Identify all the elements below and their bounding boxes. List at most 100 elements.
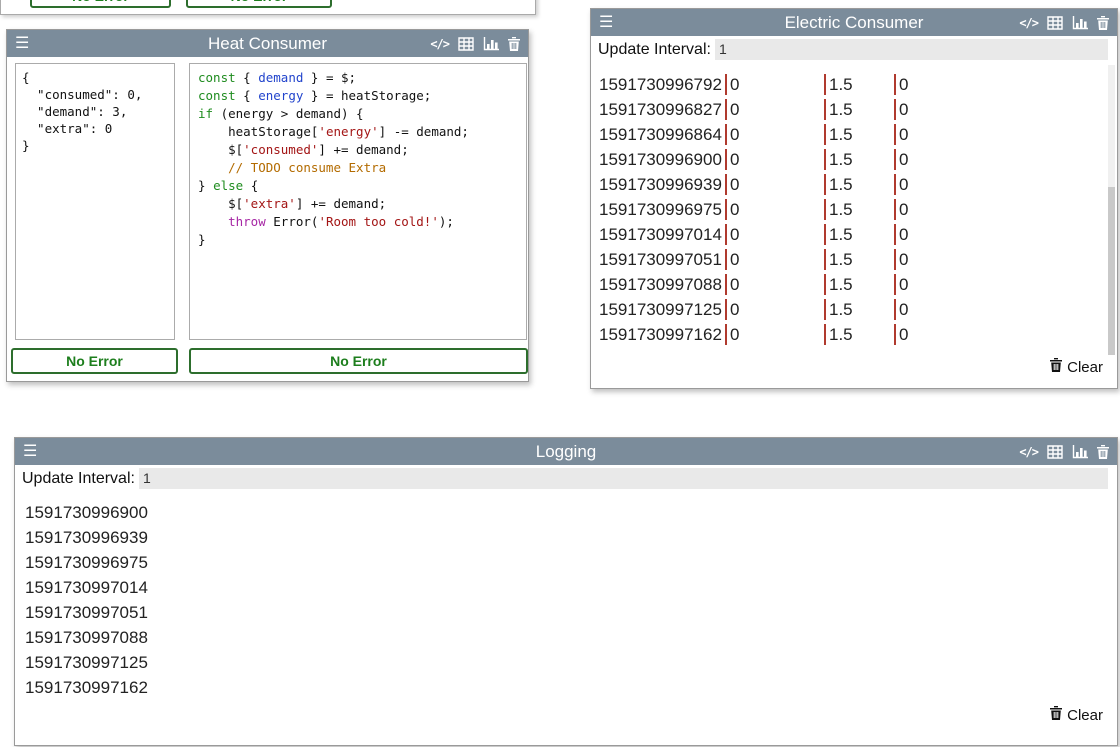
column-separator	[894, 99, 896, 120]
table-icon[interactable]	[458, 37, 474, 51]
column-separator	[725, 149, 727, 170]
table-icon[interactable]	[1047, 445, 1063, 459]
value-cell: 0	[899, 250, 908, 270]
value-cell: 1.5	[829, 250, 894, 270]
trash-icon[interactable]	[1097, 16, 1109, 30]
no-error-button[interactable]: No Error	[30, 0, 171, 8]
code-line: }	[198, 231, 518, 249]
column-separator	[894, 299, 896, 320]
column-separator	[824, 74, 826, 95]
column-separator	[824, 249, 826, 270]
code-line: heatStorage['energy'] -= demand;	[198, 123, 518, 141]
chart-icon[interactable]	[1072, 445, 1088, 459]
table-row: 159173099716201.50	[599, 322, 1101, 347]
column-separator	[725, 199, 727, 220]
code-icon[interactable]: </>	[430, 37, 449, 51]
clear-button[interactable]: Clear	[1050, 706, 1103, 724]
dashboard: No Error No Error ☰ Heat Consumer </>	[0, 0, 1120, 747]
value-cell: 0	[730, 250, 824, 270]
value-cell: 0	[730, 150, 824, 170]
value-cell: 0	[899, 175, 908, 195]
code-line: $['consumed'] += demand;	[198, 141, 518, 159]
chart-icon[interactable]	[483, 37, 499, 51]
column-separator	[824, 299, 826, 320]
update-interval-label: Update Interval:	[598, 41, 711, 59]
state-json-editor[interactable]: { "consumed": 0, "demand": 3, "extra": 0…	[15, 63, 175, 340]
code-line: // TODO consume Extra	[198, 159, 518, 177]
value-cell: 1.5	[829, 325, 894, 345]
cutoff-widget-panel: No Error No Error	[0, 0, 536, 15]
timestamp-cell: 1591730997125	[599, 300, 725, 320]
log-timestamp: 1591730996939	[25, 525, 148, 550]
timestamp-cell: 1591730996792	[599, 75, 725, 95]
column-separator	[725, 299, 727, 320]
header-actions: </>	[430, 30, 520, 57]
no-error-button[interactable]: No Error	[11, 348, 178, 374]
column-separator	[824, 174, 826, 195]
value-cell: 0	[899, 150, 908, 170]
column-separator	[824, 149, 826, 170]
update-interval-input[interactable]: 1	[715, 39, 1108, 60]
code-editor[interactable]: const { demand } = $;const { energy } = …	[189, 63, 527, 340]
timestamp-cell: 1591730996975	[599, 200, 725, 220]
timestamp-cell: 1591730997162	[599, 325, 725, 345]
table-row: 159173099712501.50	[599, 297, 1101, 322]
timestamp-cell: 1591730997088	[599, 275, 725, 295]
heat-consumer-header: ☰ Heat Consumer </>	[7, 30, 528, 57]
value-cell: 0	[899, 125, 908, 145]
no-error-button[interactable]: No Error	[186, 0, 332, 8]
code-icon[interactable]: </>	[1019, 445, 1038, 459]
value-cell: 0	[899, 200, 908, 220]
clear-label: Clear	[1067, 359, 1103, 376]
trash-icon[interactable]	[508, 37, 520, 51]
value-cell: 1.5	[829, 200, 894, 220]
heat-consumer-panel: ☰ Heat Consumer </> { "consumed": 0, "de…	[6, 29, 529, 382]
column-separator	[894, 224, 896, 245]
value-cell: 0	[730, 175, 824, 195]
code-line: throw Error('Room too cold!');	[198, 213, 518, 231]
value-cell: 1.5	[829, 300, 894, 320]
value-cell: 0	[730, 300, 824, 320]
value-cell: 1.5	[829, 225, 894, 245]
electric-data-table: 159173099679201.50159173099682701.501591…	[599, 72, 1101, 347]
no-error-label: No Error	[66, 353, 123, 369]
clear-label: Clear	[1067, 707, 1103, 724]
column-separator	[824, 124, 826, 145]
value-cell: 1.5	[829, 100, 894, 120]
table-row: 159173099701401.50	[599, 222, 1101, 247]
value-cell: 0	[730, 225, 824, 245]
code-icon[interactable]: </>	[1019, 16, 1038, 30]
logging-panel: ☰ Logging </> Update Interval: 1 1591730…	[14, 437, 1118, 746]
value-cell: 1.5	[829, 150, 894, 170]
value-cell: 0	[899, 300, 908, 320]
log-timestamp: 1591730996900	[25, 500, 148, 525]
table-row: 159173099693901.50	[599, 172, 1101, 197]
no-error-label: No Error	[231, 0, 288, 4]
log-timestamp: 1591730997051	[25, 600, 148, 625]
table-row: 159173099708801.50	[599, 272, 1101, 297]
column-separator	[725, 324, 727, 345]
scrollbar[interactable]	[1108, 65, 1115, 355]
column-separator	[824, 224, 826, 245]
value-cell: 0	[899, 325, 908, 345]
update-interval-input[interactable]: 1	[139, 468, 1108, 489]
column-separator	[725, 274, 727, 295]
log-list: 1591730996900159173099693915917309969751…	[25, 500, 148, 700]
update-interval-row: Update Interval: 1	[15, 465, 1117, 492]
column-separator	[894, 149, 896, 170]
scrollbar-thumb[interactable]	[1108, 187, 1115, 355]
code-line: const { energy } = heatStorage;	[198, 87, 518, 105]
code-line: if (energy > demand) {	[198, 105, 518, 123]
chart-icon[interactable]	[1072, 16, 1088, 30]
no-error-label: No Error	[330, 353, 387, 369]
no-error-button[interactable]: No Error	[189, 348, 528, 374]
table-icon[interactable]	[1047, 16, 1063, 30]
clear-button[interactable]: Clear	[1050, 358, 1103, 376]
value-cell: 0	[899, 225, 908, 245]
column-separator	[824, 324, 826, 345]
column-separator	[824, 274, 826, 295]
column-separator	[725, 124, 727, 145]
trash-icon[interactable]	[1097, 445, 1109, 459]
trash-icon	[1050, 706, 1062, 724]
trash-icon	[1050, 358, 1062, 376]
